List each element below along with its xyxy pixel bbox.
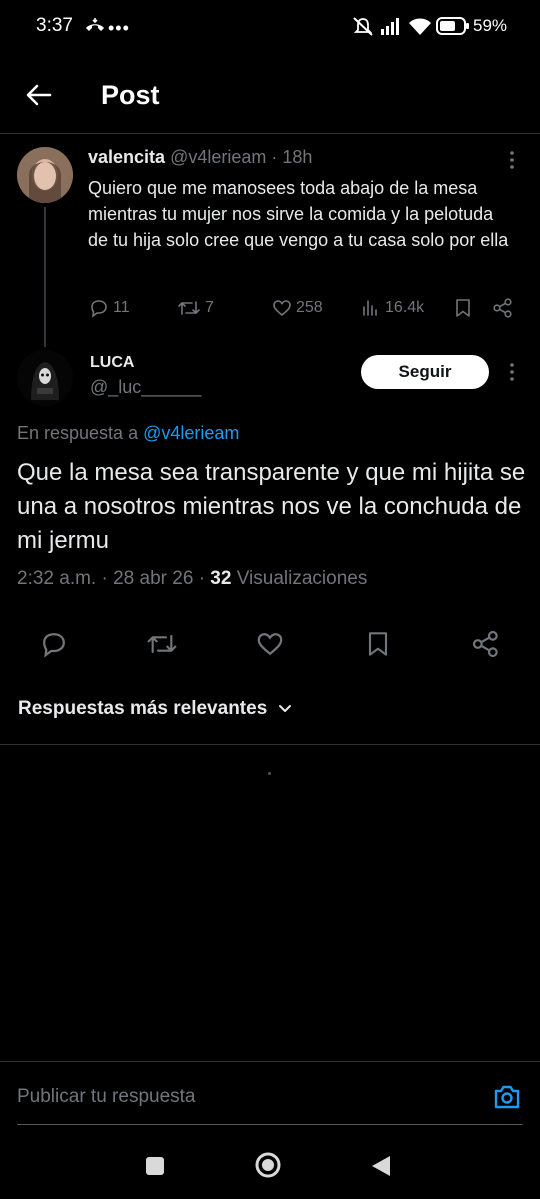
signal-icon	[380, 16, 402, 36]
parent-more-icon[interactable]	[506, 150, 518, 170]
post-date: 28 abr 26	[113, 568, 194, 589]
repost-button[interactable]	[146, 630, 178, 658]
parent-like-button[interactable]: 258	[272, 298, 323, 318]
chevron-down-icon	[279, 705, 292, 712]
reply-context: En respuesta a @v4lerieam	[17, 423, 239, 444]
parent-share-icon[interactable]	[492, 298, 514, 318]
home-button[interactable]	[254, 1151, 282, 1179]
mute-icon	[352, 16, 374, 36]
reply-input[interactable]: Publicar tu respuesta	[17, 1086, 196, 1108]
nav-divider	[17, 1124, 523, 1125]
page-title: Post	[101, 80, 160, 110]
repost-icon	[178, 301, 200, 315]
bookmark-icon	[368, 632, 388, 656]
composer-divider	[0, 1061, 540, 1062]
post-more-icon[interactable]	[506, 362, 518, 382]
post-text: Que la mesa sea transparente y que mi hi…	[17, 459, 526, 554]
views-icon	[363, 300, 377, 316]
recent-apps-button[interactable]	[145, 1156, 165, 1176]
post-display-name[interactable]: LUCA	[90, 354, 134, 372]
parent-post-header: valencita @v4lerieam · 18h	[88, 147, 312, 168]
share-icon	[472, 630, 498, 658]
parent-repost-button[interactable]: 7	[177, 298, 214, 318]
reply-prefix: En respuesta a	[17, 423, 139, 443]
wifi-icon	[408, 16, 432, 36]
battery-icon	[436, 17, 470, 35]
replies-sort-label: Respuestas más relevantes	[18, 698, 268, 719]
avatar[interactable]	[17, 147, 73, 203]
post-views-count: 32	[210, 568, 232, 589]
battery-percent: 59%	[473, 16, 508, 35]
replies-divider	[0, 744, 540, 745]
parent-views-count: 16.4k	[385, 299, 425, 316]
back-nav-button[interactable]	[370, 1154, 392, 1178]
parent-views-button[interactable]: 16.4k	[361, 298, 424, 318]
heart-icon	[257, 633, 283, 656]
post-time: 2:32 a.m.	[17, 568, 97, 589]
parent-like-count: 258	[296, 299, 323, 316]
parent-display-name[interactable]: valencita	[88, 147, 165, 167]
post-handle[interactable]: @_luc______	[90, 377, 201, 398]
call-icon	[84, 17, 106, 35]
post-meta: 2:32 a.m. · 28 abr 26 · 32 Visualizacion…	[17, 568, 368, 589]
back-button[interactable]	[24, 80, 56, 112]
repost-icon	[147, 634, 177, 654]
bookmark-button[interactable]	[366, 630, 390, 658]
parent-post-text: Quiero que me manosees toda abajo de la …	[88, 178, 509, 250]
parent-repost-count: 7	[205, 299, 214, 316]
post-views-label: Visualizaciones	[236, 568, 368, 589]
avatar[interactable]	[17, 350, 73, 406]
reply-icon	[43, 633, 65, 658]
replies-sort-dropdown[interactable]: Respuestas más relevantes	[18, 698, 293, 720]
loading-indicator	[268, 772, 271, 775]
more-notifications-icon: •••	[108, 18, 130, 38]
share-button[interactable]	[471, 630, 501, 658]
reply-icon	[91, 300, 107, 318]
status-bar: 3:37 ••• 59%	[0, 0, 540, 52]
like-button[interactable]	[256, 630, 284, 658]
parent-reply-count: 11	[113, 299, 130, 316]
thread-line	[44, 207, 46, 347]
parent-reply-button[interactable]: 11	[89, 298, 130, 318]
parent-bookmark-icon[interactable]	[454, 298, 472, 318]
arrow-left-icon	[26, 84, 52, 106]
heart-icon	[273, 300, 291, 317]
follow-button[interactable]: Seguir	[361, 355, 489, 389]
parent-handle[interactable]: @v4lerieam	[170, 147, 266, 167]
header-divider	[0, 133, 540, 134]
status-time: 3:37	[36, 15, 73, 36]
reply-mention[interactable]: @v4lerieam	[143, 423, 239, 443]
parent-age: 18h	[282, 147, 313, 167]
reply-button[interactable]	[40, 630, 68, 658]
camera-icon[interactable]	[492, 1083, 522, 1111]
parent-separator: ·	[271, 147, 278, 167]
